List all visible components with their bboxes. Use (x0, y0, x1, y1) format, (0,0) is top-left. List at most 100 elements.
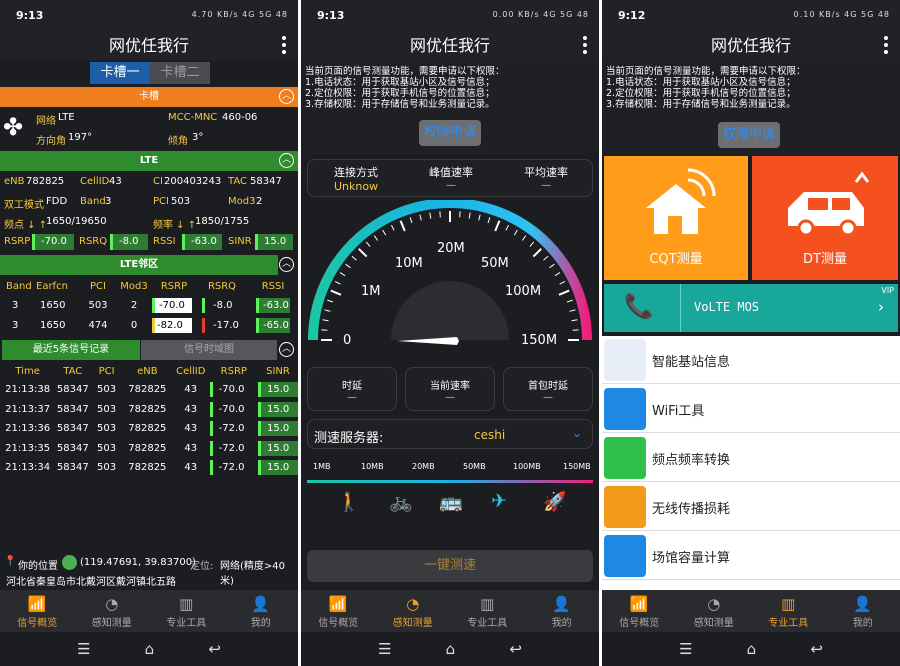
speed-stats: 连接方式 Unknow 峰值速率 — 平均速率 — (307, 159, 593, 197)
list-item[interactable]: 智能基站信息 (602, 336, 900, 384)
gauge-tick (390, 224, 395, 231)
more-menu-icon[interactable] (282, 36, 286, 56)
walk-icon[interactable]: 🚶 (337, 490, 361, 513)
nav-me[interactable]: 👤 我的 (525, 590, 600, 632)
nav-pro-tools[interactable]: ▥ 专业工具 (149, 590, 224, 632)
nav-perception[interactable]: ◔ 感知测量 (376, 590, 451, 632)
location-pin-icon: 📍 (4, 556, 17, 567)
speed-gauge: 0 1M 10M 20M 50M 100M 150M (308, 200, 592, 348)
nav-signal-overview[interactable]: 📶 信号概览 (301, 590, 376, 632)
latency-card: 时延 — (307, 367, 397, 411)
cqt-tile[interactable]: CQT测量 (604, 156, 748, 280)
speedometer-icon: ◔ (707, 595, 721, 613)
list-item[interactable]: 场馆容量计算 (602, 532, 900, 580)
system-nav: ☰ ⌂ ↩ (0, 632, 298, 666)
map-icon[interactable] (62, 555, 77, 570)
system-nav: ☰ ⌂ ↩ (602, 632, 900, 666)
gauge-tick (409, 217, 413, 224)
volte-mos-tile[interactable]: 📞 VoLTE MOS VIP › (604, 284, 898, 332)
nav-perception[interactable]: ◔ 感知测量 (75, 590, 150, 632)
rsrp-value: -70.0 (32, 234, 74, 250)
tab-slot-one[interactable]: 卡槽一 (90, 62, 150, 84)
network-info: ✤ 网络 LTE MCC-MNC 460-06 方向角 197° 倾角 3° (0, 108, 298, 150)
airplane-icon[interactable]: ✈ (491, 490, 507, 512)
list-item[interactable]: 频点频率转换 (602, 434, 900, 482)
home-icon[interactable]: ⌂ (446, 640, 456, 658)
nav-me[interactable]: 👤 我的 (826, 590, 900, 632)
gauge-label: 20M (437, 241, 465, 256)
gauge-center (391, 281, 509, 340)
permission-request-button[interactable]: 权限申请 (419, 120, 481, 146)
menu-icon[interactable]: ☰ (679, 640, 692, 658)
gauge-label: 0 (343, 333, 351, 348)
chart-icon: ▥ (480, 595, 495, 613)
unicom-logo-icon: ✤ (3, 113, 24, 141)
gauge-tick (566, 299, 573, 303)
nav-pro-tools[interactable]: ▥ 专业工具 (751, 590, 826, 632)
slot-tabs: 卡槽一 卡槽二 (0, 60, 298, 86)
collapse-icon[interactable]: ︿ (279, 89, 294, 104)
speedometer-icon: ◔ (406, 595, 420, 613)
server-select[interactable]: 测速服务器: ceshi ⌄ (307, 419, 593, 449)
gauge-tick (521, 235, 527, 241)
back-icon[interactable]: ↩ (208, 640, 221, 658)
dt-tile[interactable]: DT测量 (752, 156, 898, 280)
status-bar: 9:13 4.70 KB/s 4G 5G 48 (0, 0, 298, 32)
gauge-tick (351, 255, 357, 261)
nav-signal-overview[interactable]: 📶 信号概览 (602, 590, 677, 632)
gauge-tick (487, 217, 491, 224)
back-icon[interactable]: ↩ (810, 640, 823, 658)
home-icon[interactable]: ⌂ (747, 640, 757, 658)
app-title: 网优任我行 (108, 36, 189, 55)
gauge-tick (382, 229, 387, 236)
card-header: 卡槽 ︿ (0, 87, 298, 107)
collapse-icon[interactable]: ︿ (279, 257, 294, 272)
back-icon[interactable]: ↩ (509, 640, 522, 658)
collapse-icon[interactable]: ︿ (279, 342, 294, 357)
permission-request-button[interactable]: 权限申请 (718, 122, 780, 148)
nav-signal-overview[interactable]: 📶 信号概览 (0, 590, 75, 632)
more-menu-icon[interactable] (583, 36, 587, 56)
gauge-tick (571, 319, 578, 322)
chart-icon: ▥ (179, 595, 194, 613)
bicycle-icon[interactable]: 🚲 (389, 490, 413, 513)
gauge-tick (513, 229, 518, 236)
bus-icon[interactable]: 🚌 (439, 490, 463, 513)
home-wifi-icon (646, 168, 716, 234)
gauge-tick (478, 214, 481, 221)
history-table: Time TAC PCI eNB CellID RSRP SINR 21:13:38 58347… (0, 362, 298, 478)
rocket-icon[interactable]: 🚀 (543, 490, 567, 513)
status-bar: 9:13 0.00 KB/s 4G 5G 48 (301, 0, 599, 32)
gauge-tick (558, 289, 570, 296)
more-menu-icon[interactable] (884, 36, 888, 56)
gauge-label: 150M (521, 333, 557, 348)
status-time: 9:13 (16, 9, 44, 22)
car-signal-icon (788, 171, 870, 237)
size-scale: 1MB 10MB 20MB 50MB 100MB 150MB (313, 462, 591, 471)
screen-pro-tools: 9:12 0.10 KB/s 4G 5G 48 网优任我行 当前页面的信号测量功能… (602, 0, 900, 666)
gauge-tick (529, 241, 535, 247)
tab-recent-records[interactable]: 最近5条信号记录 (2, 340, 140, 360)
table-header: Time TAC PCI eNB CellID RSRP SINR (15, 365, 290, 377)
table-row: 21:13:38 58347 503 782825 43 -70.0 15.0 (0, 380, 298, 400)
gauge-tick (532, 248, 542, 258)
menu-icon[interactable]: ☰ (77, 640, 90, 658)
screen-signal-overview: 9:13 4.70 KB/s 4G 5G 48 网优任我行 卡槽一 卡槽二 卡槽 … (0, 0, 298, 666)
wifi-signal-icon: 📶 (629, 595, 649, 613)
start-test-button[interactable]: 一键测速 (307, 550, 593, 582)
menu-icon[interactable]: ☰ (378, 640, 391, 658)
nav-pro-tools[interactable]: ▥ 专业工具 (450, 590, 525, 632)
nav-perception[interactable]: ◔ 感知测量 (677, 590, 752, 632)
home-icon[interactable]: ⌂ (145, 640, 155, 658)
tab-slot-two[interactable]: 卡槽二 (150, 62, 210, 84)
collapse-icon[interactable]: ︿ (279, 153, 294, 168)
rssi-value: -63.0 (182, 234, 222, 250)
gauge-label: 1M (361, 284, 381, 299)
nav-me[interactable]: 👤 我的 (224, 590, 299, 632)
list-item[interactable]: WiFi工具 (602, 385, 900, 433)
app-bar: 网优任我行 (0, 32, 298, 60)
bottom-nav: 📶 信号概览 ◔ 感知测量 ▥ 专业工具 👤 我的 (0, 590, 298, 632)
app-bar: 网优任我行 (301, 32, 599, 60)
list-item[interactable]: 无线传播损耗 (602, 483, 900, 531)
tab-signal-timeline[interactable]: 信号时域图 (141, 340, 277, 360)
